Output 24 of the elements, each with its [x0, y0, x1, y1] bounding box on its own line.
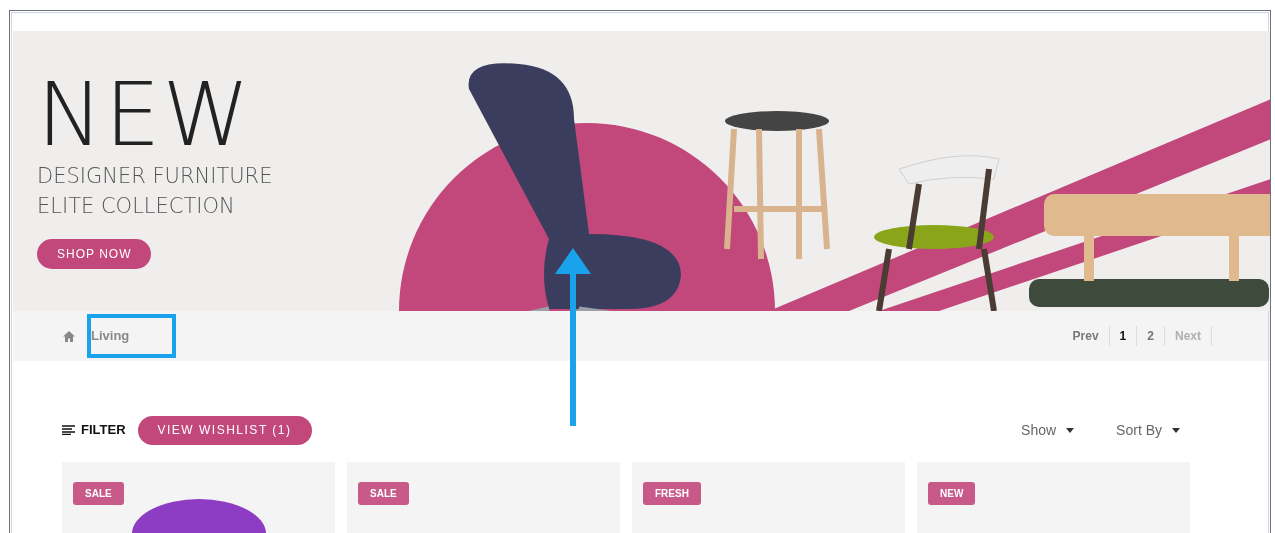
filter-icon[interactable]	[62, 425, 75, 435]
banner-headline: NEW	[37, 71, 253, 159]
shop-now-button[interactable]: SHOP NOW	[37, 239, 152, 269]
breadcrumb-current: Living	[91, 327, 130, 346]
pagination-link[interactable]: Prev	[1062, 326, 1110, 346]
caret-icon	[1172, 427, 1180, 433]
view-wishlist-button[interactable]: VIEW WISHLIST (1)	[137, 415, 312, 445]
pagination-link[interactable]: 1	[1109, 326, 1138, 346]
caret-icon	[1066, 427, 1075, 433]
product-card[interactable]: FRESH	[632, 462, 905, 533]
product-card[interactable]: SALE	[62, 462, 335, 533]
dropdown-button[interactable]: Show	[1021, 419, 1075, 441]
product-badge: SALE	[73, 482, 124, 505]
home-icon[interactable]	[63, 330, 75, 342]
dropdown-button[interactable]: Sort By	[1116, 419, 1180, 441]
product-card[interactable]: SALE	[347, 462, 620, 533]
banner-subtitle: DESIGNER FURNITURE	[37, 163, 273, 190]
product-badge: FRESH	[643, 482, 701, 505]
product-badge: NEW	[928, 482, 976, 505]
banner-subtitle: ELITE COLLECTION	[37, 193, 235, 220]
pagination-link[interactable]: 2	[1137, 326, 1165, 346]
product-badge: SALE	[358, 482, 409, 505]
product-card[interactable]: NEW	[917, 462, 1190, 533]
filter-label[interactable]: FILTER	[81, 420, 126, 440]
